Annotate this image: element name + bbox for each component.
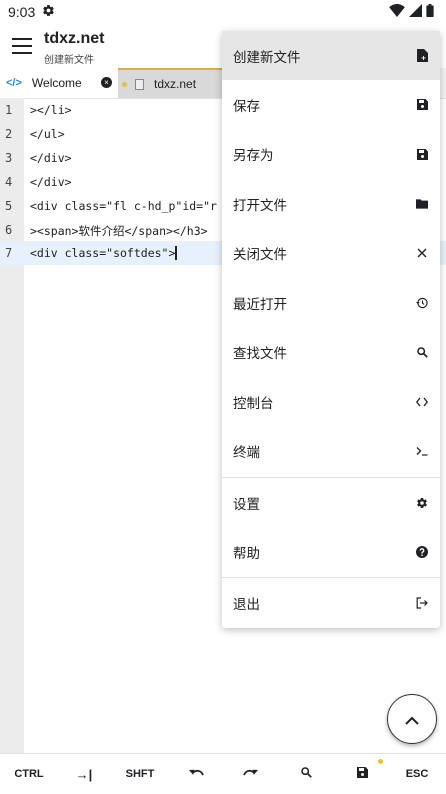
wifi-icon	[389, 4, 405, 21]
redo-key[interactable]	[228, 754, 272, 794]
menu-item-label: 最近打开	[233, 296, 287, 313]
line-code: <div class="softdes">	[30, 246, 176, 260]
line-number: 2	[5, 127, 13, 141]
help-icon	[416, 546, 428, 558]
search-icon	[416, 346, 428, 358]
line-number: 1	[5, 103, 13, 117]
menu-item-label: 关闭文件	[233, 247, 287, 263]
history-icon	[416, 297, 428, 309]
shift-key[interactable]: SHFT	[116, 754, 164, 794]
line-number: 3	[5, 151, 13, 165]
menu-item-label: 另存为	[233, 148, 274, 164]
close-icon	[416, 247, 428, 259]
file-add-icon	[416, 49, 428, 62]
menu-item-console[interactable]: 控制台	[222, 377, 440, 426]
chevron-up-icon	[405, 710, 419, 729]
line-number: 6	[5, 223, 13, 237]
save-icon	[416, 99, 428, 111]
menu-item-label: 帮助	[233, 546, 260, 562]
status-indicators	[389, 4, 434, 21]
status-bar: 9:03	[0, 0, 446, 24]
line-code: ><span>软件介绍</span></h3>	[30, 224, 208, 238]
menu-item-label: 设置	[233, 496, 260, 513]
tab-tdxz[interactable]: tdxz.net	[118, 68, 228, 98]
app-title: tdxz.net	[44, 30, 105, 47]
line-code-container: <div class="softdes">	[30, 246, 178, 260]
undo-icon	[188, 768, 204, 781]
status-time: 9:03	[8, 4, 36, 20]
line-code: </ul>	[30, 127, 65, 141]
menu-item-help[interactable]: 帮助	[222, 527, 440, 577]
close-tab-icon[interactable]: ×	[101, 77, 112, 88]
menu-item-find-file[interactable]: 查找文件	[222, 327, 440, 377]
folder-icon	[416, 198, 428, 210]
menu-item-label: 创建新文件	[233, 49, 301, 66]
search-key[interactable]	[284, 754, 328, 794]
menu-item-label: 保存	[233, 98, 260, 115]
hamburger-menu-icon[interactable]	[12, 38, 32, 54]
search-icon	[300, 767, 312, 781]
menu-item-close-file[interactable]: 关闭文件	[222, 228, 440, 278]
line-number: 4	[5, 175, 13, 189]
unsaved-dot-icon	[122, 81, 127, 87]
line-number: 7	[5, 246, 13, 260]
esc-key[interactable]: ESC	[396, 754, 438, 794]
signal-icon	[409, 4, 422, 21]
menu-item-label: 终端	[233, 445, 260, 461]
menu-item-new-file[interactable]: 创建新文件	[222, 31, 440, 80]
text-cursor	[175, 246, 178, 260]
extra-keys-bar: CTRL →| SHFT ESC	[0, 753, 446, 794]
tab-welcome[interactable]: </> Welcome ×	[0, 68, 118, 98]
menu-item-label: 查找文件	[233, 346, 287, 362]
save-as-icon	[416, 148, 428, 160]
battery-icon	[426, 4, 434, 21]
menu-item-label: 打开文件	[233, 197, 287, 214]
menu-item-save[interactable]: 保存	[222, 80, 440, 129]
scroll-up-button[interactable]	[387, 694, 437, 744]
line-code: ></li>	[30, 103, 72, 117]
menu-item-save-as[interactable]: 另存为	[222, 129, 440, 179]
tab-label: Welcome	[31, 76, 82, 90]
settings-status-icon	[42, 4, 55, 21]
tab-key[interactable]: →|	[62, 754, 106, 794]
line-code: </div>	[30, 151, 72, 165]
vscode-icon: </>	[6, 77, 22, 89]
menu-item-exit[interactable]: 退出	[222, 578, 440, 628]
ctrl-key[interactable]: CTRL	[8, 754, 50, 794]
undo-key[interactable]	[174, 754, 218, 794]
save-icon	[356, 767, 368, 781]
tab-label: tdxz.net	[154, 77, 197, 91]
line-code: <div class="fl c-hd_p"id="r	[30, 199, 217, 213]
unsaved-indicator-dot	[378, 759, 383, 764]
file-icon	[135, 78, 144, 90]
gear-icon	[416, 497, 428, 509]
menu-item-label: 退出	[233, 597, 260, 613]
exit-icon	[416, 597, 428, 609]
menu-item-settings[interactable]: 设置	[222, 478, 440, 527]
code-icon	[416, 396, 428, 408]
line-code: </div>	[30, 175, 72, 189]
menu-item-label: 控制台	[233, 395, 274, 412]
menu-item-recent[interactable]: 最近打开	[222, 278, 440, 327]
terminal-icon	[416, 445, 428, 457]
app-subtitle: 创建新文件	[44, 55, 94, 66]
menu-item-open-file[interactable]: 打开文件	[222, 179, 440, 228]
menu-item-terminal[interactable]: 终端	[222, 426, 440, 476]
overflow-menu: 创建新文件 保存 另存为 打开文件 关闭文件 最近打开 查找文件 控制台 终端 …	[222, 31, 440, 628]
line-number: 5	[5, 199, 13, 213]
redo-icon	[242, 768, 258, 781]
